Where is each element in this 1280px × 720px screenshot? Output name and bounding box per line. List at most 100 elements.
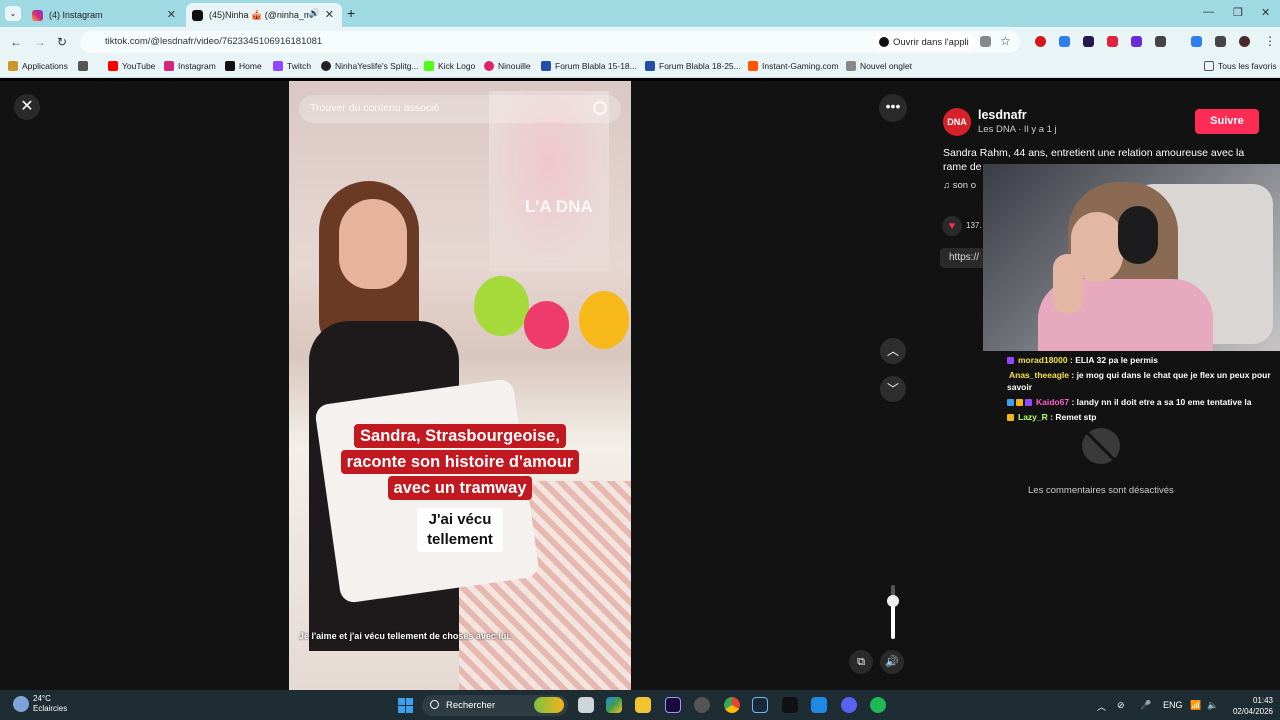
extension-icon[interactable] xyxy=(1059,36,1070,47)
browser-menu-icon[interactable]: ⋮ xyxy=(1264,34,1276,48)
bookmark-forum-15-18[interactable]: Forum Blabla 15-18... xyxy=(541,61,637,71)
url-text[interactable]: tiktok.com/@lesdnafr/video/7623345106916… xyxy=(105,36,322,47)
bookmark-grid[interactable] xyxy=(78,61,92,71)
app-icon[interactable] xyxy=(694,697,710,713)
new-tab-button[interactable]: + xyxy=(347,5,355,21)
app-icon[interactable] xyxy=(811,697,827,713)
weather-text: 24°C Eclaircies xyxy=(33,694,67,714)
search-icon[interactable] xyxy=(593,101,607,115)
video-balloon xyxy=(474,276,529,336)
close-tab-icon[interactable]: ✕ xyxy=(167,8,176,21)
microphone-icon[interactable]: 🎤 xyxy=(1140,700,1151,711)
instagram-icon xyxy=(164,61,174,71)
bookmark-new-tab[interactable]: Nouvel onglet xyxy=(846,61,912,71)
picture-in-picture-icon[interactable]: ⧉ xyxy=(849,650,873,674)
tiktok-icon[interactable] xyxy=(782,697,798,713)
media-control-icon[interactable] xyxy=(1215,36,1226,47)
video-player[interactable]: L'A DNA Trouver du contenu associé Sandr… xyxy=(289,81,631,690)
maximize-button[interactable]: ❐ xyxy=(1233,6,1243,19)
language-indicator[interactable]: ENG xyxy=(1163,700,1183,710)
tray-overflow-icon[interactable]: ︿ xyxy=(1097,700,1106,713)
tab-instagram[interactable]: (4) Instagram ✕ xyxy=(26,3,184,27)
translate-icon[interactable] xyxy=(980,36,991,47)
extension-icon[interactable] xyxy=(1083,36,1094,47)
bookmark-label: YouTube xyxy=(122,61,156,71)
extension-icon[interactable] xyxy=(1107,36,1118,47)
profile-avatar[interactable] xyxy=(1239,36,1250,47)
tab-tiktok[interactable]: (45)Ninha 🎪 (@ninha_mn 🔊 ✕ xyxy=(186,3,342,27)
all-bookmarks-folder[interactable]: Tous les favoris xyxy=(1204,61,1277,71)
open-in-app-button[interactable]: Ouvrir dans l'appli xyxy=(873,33,975,51)
bookmark-forum-18-25[interactable]: Forum Blabla 18-25... xyxy=(645,61,741,71)
reload-icon[interactable]: ↻ xyxy=(57,35,67,49)
bookmark-instagram[interactable]: Instagram xyxy=(164,61,216,71)
bookmark-label: Instagram xyxy=(178,61,216,71)
music-info[interactable]: ♫ son o xyxy=(943,180,976,191)
x-icon xyxy=(225,61,235,71)
follow-button[interactable]: Suivre xyxy=(1195,109,1259,134)
close-window-button[interactable]: ✕ xyxy=(1261,6,1270,19)
bookmark-applications[interactable]: Applications xyxy=(8,61,68,71)
spotify-icon[interactable] xyxy=(870,697,886,713)
close-video-button[interactable]: ✕ xyxy=(14,94,40,120)
task-view-icon[interactable] xyxy=(578,697,594,713)
account-avatar[interactable]: DNA xyxy=(943,108,971,136)
back-icon[interactable]: ← xyxy=(10,35,22,49)
video-watermark: L'A DNA xyxy=(525,197,593,216)
chrome-icon[interactable] xyxy=(724,697,740,713)
forward-icon[interactable]: → xyxy=(34,35,46,49)
volume-icon[interactable]: 🔊 xyxy=(880,650,904,674)
previous-video-button[interactable]: ︿ xyxy=(880,338,906,364)
instant-gaming-icon xyxy=(748,61,758,71)
adblock-icon[interactable] xyxy=(1035,36,1046,47)
bookmark-twitch[interactable]: Twitch xyxy=(273,61,311,71)
extensions-puzzle-icon[interactable] xyxy=(1155,36,1166,47)
bookmark-ninouille[interactable]: Ninouille xyxy=(484,61,531,71)
webcam-person-hand xyxy=(1053,254,1083,314)
weather-icon xyxy=(13,696,29,712)
grid-icon xyxy=(78,61,88,71)
network-off-icon[interactable]: ⊘ xyxy=(1117,700,1125,711)
temperature: 24°C xyxy=(33,694,51,703)
download-icon[interactable] xyxy=(1191,36,1202,47)
wifi-icon[interactable]: 📶 xyxy=(1190,700,1201,711)
bookmark-label: Twitch xyxy=(287,61,312,71)
bookmark-star-icon[interactable]: ☆ xyxy=(1000,34,1011,48)
file-explorer-icon[interactable] xyxy=(635,697,651,713)
discord-icon[interactable] xyxy=(841,697,857,713)
start-menu-icon[interactable] xyxy=(398,698,413,713)
close-tab-icon[interactable]: ✕ xyxy=(325,8,334,21)
extension-icon[interactable] xyxy=(1131,36,1142,47)
chat-message: morad18000 : ELIA 32 pa le permis xyxy=(1007,354,1275,366)
video-balloon xyxy=(524,301,569,349)
next-video-button[interactable]: ﹀ xyxy=(880,376,906,402)
folder-icon xyxy=(1204,61,1214,71)
bookmark-label: Forum Blabla 15-18... xyxy=(555,61,637,71)
bookmark-youtube[interactable]: YouTube xyxy=(108,61,155,71)
clock-date: 02/04/2026 xyxy=(1232,707,1273,716)
bookmark-instant-gaming[interactable]: Instant-Gaming.com xyxy=(748,61,839,71)
system-clock[interactable]: 01:43 02/04/2026 xyxy=(1227,695,1273,717)
store-icon[interactable] xyxy=(606,697,622,713)
bookmark-kick[interactable]: Kick Logo xyxy=(424,61,475,71)
bookmark-label: Applications xyxy=(22,61,68,71)
premiere-pro-icon[interactable] xyxy=(665,697,681,713)
chat-badge-icon xyxy=(1007,357,1014,365)
steam-icon[interactable] xyxy=(752,697,768,713)
audio-playing-icon[interactable]: 🔊 xyxy=(309,8,320,19)
caption-line: raconte son histoire d'amour xyxy=(340,450,580,474)
more-options-button[interactable]: ••• xyxy=(879,94,907,122)
minimize-button[interactable]: — xyxy=(1203,6,1214,18)
bookmark-label: Forum Blabla 18-25... xyxy=(659,61,741,71)
speaker-icon[interactable]: 🔈 xyxy=(1207,700,1218,711)
video-caption-quote: J'ai vécu tellement xyxy=(417,508,503,552)
bookmark-home[interactable]: Home xyxy=(225,61,262,71)
widget-icon[interactable] xyxy=(534,697,564,713)
music-note-icon: ♫ xyxy=(943,180,953,191)
bookmark-splitgate[interactable]: NinhaYeslife's Splitg... xyxy=(321,61,419,71)
tab-search-button[interactable]: ⌄ xyxy=(5,6,21,21)
weather-widget[interactable]: 24°C Eclaircies xyxy=(13,694,67,714)
account-username[interactable]: lesdnafr xyxy=(978,108,1027,122)
like-heart-icon[interactable]: ♥ xyxy=(942,216,962,236)
jvc-icon xyxy=(645,61,655,71)
